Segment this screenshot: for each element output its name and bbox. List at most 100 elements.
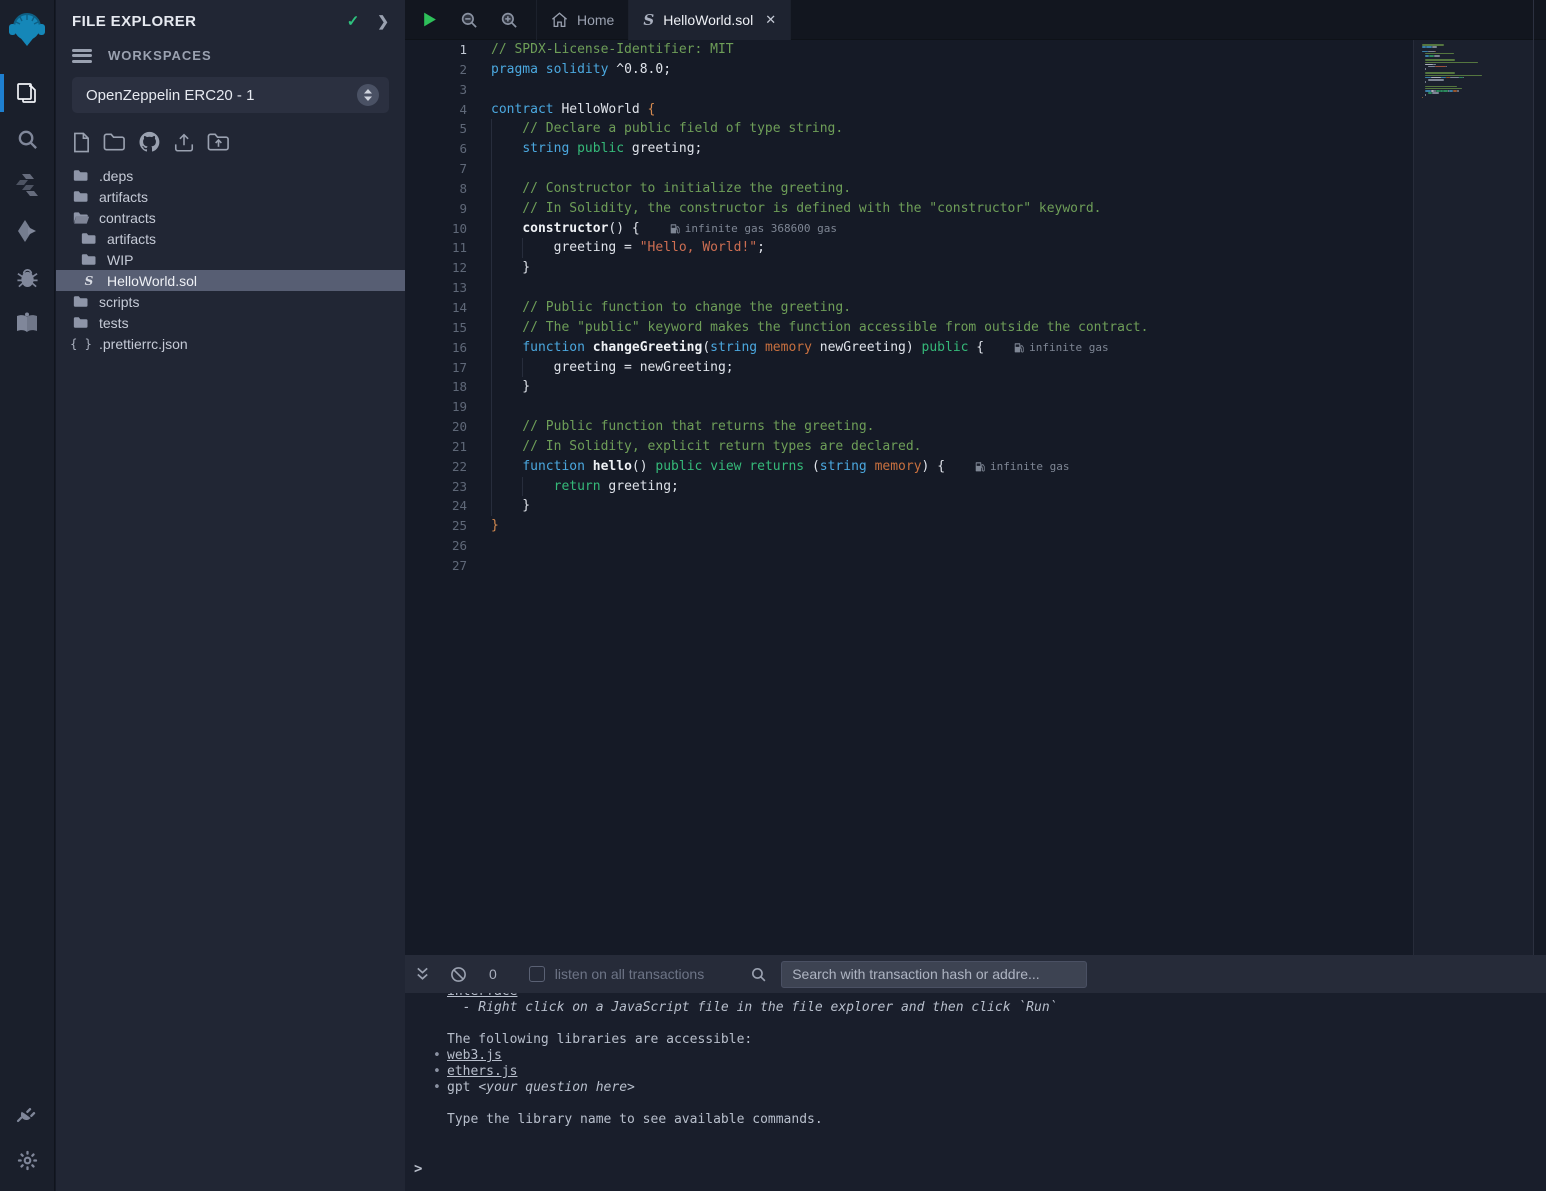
code-text: }	[491, 258, 530, 278]
tree-item-scripts[interactable]: scripts	[56, 291, 405, 312]
tree-item-wip[interactable]: WIP	[56, 249, 405, 270]
workspace-select[interactable]: OpenZeppelin ERC20 - 1	[72, 77, 389, 113]
terminal-line: Type the library name to see available c…	[405, 1112, 1546, 1128]
expand-terminal-icon[interactable]	[415, 966, 430, 982]
line-number: 20	[405, 417, 467, 437]
new-file-icon[interactable]	[72, 132, 91, 153]
line-number: 3	[405, 80, 467, 100]
sidebar-item-learn[interactable]	[0, 300, 55, 346]
line-number: 8	[405, 179, 467, 199]
code-line-6[interactable]: 6 string public greeting;	[405, 139, 1546, 159]
upload-file-icon[interactable]	[173, 132, 195, 153]
remix-logo-icon[interactable]	[5, 8, 49, 52]
search-icon	[16, 128, 39, 151]
bug-icon	[16, 266, 39, 289]
workspace-menu-icon[interactable]	[72, 49, 92, 63]
sidebar-item-debugger[interactable]	[0, 254, 55, 300]
terminal-link[interactable]: interface	[447, 993, 517, 999]
code-line-25[interactable]: 25}	[405, 516, 1546, 536]
code-line-16[interactable]: 16 function changeGreeting(string memory…	[405, 338, 1546, 358]
workspaces-label: WORKSPACES	[108, 48, 212, 63]
tree-item--deps[interactable]: .deps	[56, 165, 405, 186]
zoom-in-icon[interactable]	[500, 11, 518, 29]
bullet-icon: •	[433, 1064, 441, 1080]
listen-transactions-checkbox[interactable]	[529, 966, 545, 982]
minimap[interactable]	[1422, 44, 1526, 103]
code-line-15[interactable]: 15 // The "public" keyword makes the fun…	[405, 318, 1546, 338]
sidebar-item-solidity-compiler[interactable]	[0, 162, 55, 208]
code-text: // Constructor to initialize the greetin…	[491, 179, 851, 199]
close-tab-icon[interactable]: ✕	[765, 12, 776, 28]
code-line-3[interactable]: 3	[405, 80, 1546, 100]
gas-estimate-badge: infinite gas	[975, 457, 1069, 477]
code-line-26[interactable]: 26	[405, 536, 1546, 556]
code-line-23[interactable]: 23 return greeting;	[405, 477, 1546, 497]
tree-item-artifacts[interactable]: artifacts	[56, 228, 405, 249]
tab-home[interactable]: Home	[536, 0, 629, 40]
terminal-link[interactable]: ethers.js	[447, 1064, 517, 1079]
code-text: }	[491, 516, 499, 536]
code-line-13[interactable]: 13	[405, 278, 1546, 298]
terminal-line: • ethers.js	[405, 1064, 1546, 1080]
code-line-12[interactable]: 12 }	[405, 258, 1546, 278]
new-folder-icon[interactable]	[103, 132, 126, 152]
code-editor[interactable]: 1// SPDX-License-Identifier: MIT2pragma …	[405, 40, 1546, 955]
code-line-22[interactable]: 22 function hello() public view returns …	[405, 457, 1546, 477]
line-number: 24	[405, 496, 467, 516]
tree-item-tests[interactable]: tests	[56, 312, 405, 333]
code-text: // SPDX-License-Identifier: MIT	[491, 40, 734, 60]
folder-icon	[80, 232, 98, 245]
tree-item--prettierrc-json[interactable]: { }.prettierrc.json	[56, 333, 405, 354]
sidebar-item-settings[interactable]	[0, 1137, 55, 1183]
folder-icon	[80, 253, 98, 266]
github-clone-icon[interactable]	[138, 131, 161, 153]
workspace-stepper-icon[interactable]	[357, 84, 379, 106]
code-line-1[interactable]: 1// SPDX-License-Identifier: MIT	[405, 40, 1546, 60]
line-number: 23	[405, 477, 467, 497]
code-line-21[interactable]: 21 // In Solidity, explicit return types…	[405, 437, 1546, 457]
sidebar-item-search[interactable]	[0, 116, 55, 162]
terminal-search-input[interactable]	[781, 961, 1087, 988]
terminal-prompt[interactable]: >	[414, 1161, 422, 1177]
code-line-19[interactable]: 19	[405, 397, 1546, 417]
tab-helloworld[interactable]: S HelloWorld.sol ✕	[629, 0, 791, 40]
code-line-14[interactable]: 14 // Public function to change the gree…	[405, 298, 1546, 318]
accept-check-icon[interactable]: ✓	[347, 12, 360, 30]
tree-item-contracts[interactable]: contracts	[56, 207, 405, 228]
run-script-button[interactable]	[421, 11, 438, 28]
terminal-line	[405, 1096, 1546, 1112]
code-line-2[interactable]: 2pragma solidity ^0.8.0;	[405, 60, 1546, 80]
code-line-10[interactable]: 10 constructor() {infinite gas 368600 ga…	[405, 219, 1546, 239]
code-line-24[interactable]: 24 }	[405, 496, 1546, 516]
minimap-column[interactable]	[1413, 40, 1533, 955]
code-line-9[interactable]: 9 // In Solidity, the constructor is def…	[405, 199, 1546, 219]
code-text: greeting = "Hello, World!";	[491, 238, 765, 258]
sidebar-item-plugin-manager[interactable]	[0, 1091, 55, 1137]
clear-console-icon[interactable]	[450, 966, 467, 983]
panel-chevron-icon[interactable]: ❯	[377, 13, 389, 30]
upload-folder-icon[interactable]	[207, 132, 230, 152]
tree-item-artifacts[interactable]: artifacts	[56, 186, 405, 207]
plug-icon	[15, 1102, 39, 1126]
code-line-5[interactable]: 5 // Declare a public field of type stri…	[405, 119, 1546, 139]
tree-item-helloworld-sol[interactable]: SHelloWorld.sol	[56, 270, 405, 291]
ethereum-deploy-icon	[15, 219, 39, 243]
code-line-20[interactable]: 20 // Public function that returns the g…	[405, 417, 1546, 437]
line-number: 16	[405, 338, 467, 358]
sidebar-item-file-explorer[interactable]	[0, 70, 55, 116]
code-line-11[interactable]: 11 greeting = "Hello, World!";	[405, 238, 1546, 258]
tree-item-label: HelloWorld.sol	[107, 273, 197, 289]
line-number: 26	[405, 536, 467, 556]
code-line-4[interactable]: 4contract HelloWorld {	[405, 100, 1546, 120]
zoom-out-icon[interactable]	[460, 11, 478, 29]
code-line-27[interactable]: 27	[405, 556, 1546, 576]
code-text: function hello() public view returns (st…	[491, 457, 1070, 477]
sidebar-item-deploy-run[interactable]	[0, 208, 55, 254]
code-line-8[interactable]: 8 // Constructor to initialize the greet…	[405, 179, 1546, 199]
code-line-18[interactable]: 18 }	[405, 377, 1546, 397]
code-line-7[interactable]: 7	[405, 159, 1546, 179]
terminal-output[interactable]: interface - Right click on a JavaScript …	[405, 993, 1546, 1191]
code-line-17[interactable]: 17 greeting = newGreeting;	[405, 358, 1546, 378]
bullet-icon: •	[433, 1080, 441, 1096]
terminal-link[interactable]: web3.js	[447, 1048, 502, 1063]
